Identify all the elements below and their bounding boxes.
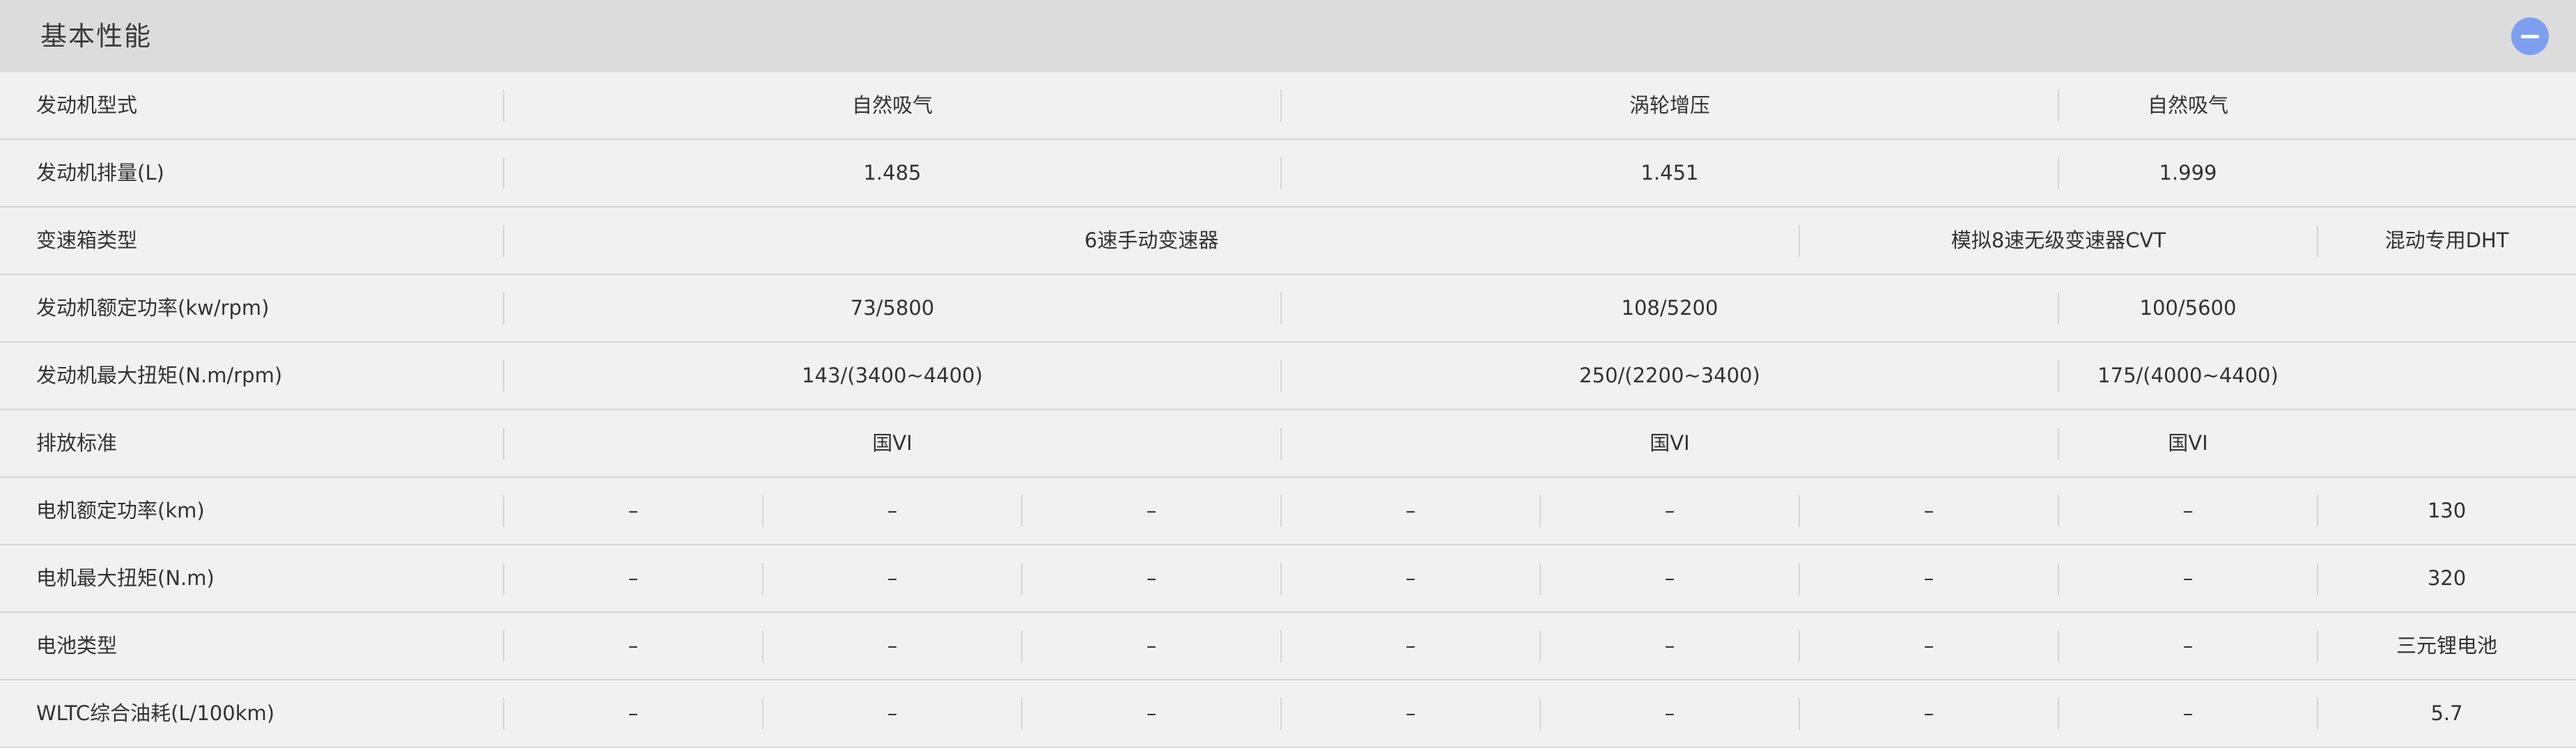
spec-cell: 6速手动变速器 bbox=[1084, 228, 1219, 252]
spec-cell: – bbox=[1405, 566, 1416, 590]
spec-cell: 100/5600 bbox=[2139, 296, 2237, 320]
spec-row: 变速箱类型 6速手动变速器 模拟8速无级变速器CVT 混动专用DHT bbox=[0, 208, 2576, 275]
spec-cell: 73/5800 bbox=[850, 296, 935, 320]
spec-cell: – bbox=[628, 499, 639, 522]
spec-cell: – bbox=[1146, 634, 1157, 657]
spec-row: 电机额定功率(km) – – – – – – – 130 bbox=[0, 478, 2576, 545]
spec-cell: 三元锂电池 bbox=[2396, 634, 2497, 657]
spec-row: WLTC综合油耗(L/100km) – – – – – – – 5.7 bbox=[0, 680, 2576, 748]
spec-row-label: 电机最大扭矩(N.m) bbox=[36, 566, 215, 590]
spec-row-label: 发动机型式 bbox=[36, 93, 138, 117]
spec-row: 发动机型式 自然吸气 涡轮增压 自然吸气 bbox=[0, 72, 2576, 140]
spec-cell: – bbox=[887, 701, 898, 725]
spec-cell: 自然吸气 bbox=[2147, 93, 2228, 117]
spec-cell: – bbox=[1664, 566, 1675, 590]
spec-cell: 143/(3400~4400) bbox=[802, 364, 983, 387]
section-title: 基本性能 bbox=[40, 21, 153, 52]
spec-cell: 国VI bbox=[2168, 431, 2208, 455]
spec-cell: – bbox=[1664, 634, 1675, 657]
spec-cell: – bbox=[628, 634, 639, 657]
section-header: 基本性能 bbox=[0, 0, 2576, 72]
minus-circle-icon bbox=[2521, 35, 2539, 38]
spec-cell: 320 bbox=[2427, 566, 2467, 590]
spec-row-label: 发动机排量(L) bbox=[36, 161, 164, 185]
spec-cell: – bbox=[887, 566, 898, 590]
spec-cell: 涡轮增压 bbox=[1629, 93, 1710, 117]
spec-cell: – bbox=[2182, 701, 2194, 725]
spec-row: 发动机排量(L) 1.485 1.451 1.999 bbox=[0, 140, 2576, 208]
spec-row: 发动机额定功率(kw/rpm) 73/5800 108/5200 100/5600 bbox=[0, 275, 2576, 343]
spec-cell: 175/(4000~4400) bbox=[2097, 364, 2279, 387]
spec-cell: 国VI bbox=[872, 431, 913, 455]
spec-cell: – bbox=[1146, 499, 1157, 522]
collapse-button[interactable] bbox=[2511, 17, 2549, 55]
spec-row-label: WLTC综合油耗(L/100km) bbox=[36, 701, 275, 725]
spec-cell: 108/5200 bbox=[1621, 296, 1718, 320]
spec-cell: – bbox=[1405, 499, 1416, 522]
spec-row-label: 发动机最大扭矩(N.m/rpm) bbox=[36, 364, 283, 387]
spec-cell: – bbox=[628, 701, 639, 725]
spec-row: 发动机最大扭矩(N.m/rpm) 143/(3400~4400) 250/(2200… bbox=[0, 343, 2576, 410]
spec-cell: – bbox=[1146, 701, 1157, 725]
spec-row: 排放标准 国VI 国VI 国VI bbox=[0, 410, 2576, 478]
spec-cell: – bbox=[1664, 701, 1675, 725]
spec-cell: 国VI bbox=[1650, 431, 1690, 455]
spec-cell: 1.485 bbox=[863, 161, 922, 185]
spec-cell: – bbox=[1664, 499, 1675, 522]
spec-cell: 模拟8速无级变速器CVT bbox=[1950, 228, 2166, 252]
spec-cell: 自然吸气 bbox=[851, 93, 933, 117]
spec-cell: – bbox=[1923, 499, 1934, 522]
spec-row-label: 发动机额定功率(kw/rpm) bbox=[36, 296, 270, 320]
spec-cell: – bbox=[628, 566, 639, 590]
spec-cell: – bbox=[2182, 566, 2194, 590]
spec-cell: 250/(2200~3400) bbox=[1579, 364, 1760, 387]
spec-cell: – bbox=[1923, 566, 1934, 590]
spec-cell: 5.7 bbox=[2430, 701, 2463, 725]
spec-cell: – bbox=[887, 499, 898, 522]
spec-row-label: 电池类型 bbox=[36, 634, 118, 657]
spec-row-label: 变速箱类型 bbox=[36, 228, 138, 252]
spec-cell: – bbox=[2182, 499, 2194, 522]
spec-cell: – bbox=[887, 634, 898, 657]
spec-cell: – bbox=[1405, 701, 1416, 725]
spec-cell: – bbox=[1923, 701, 1934, 725]
spec-cell: 1.999 bbox=[2159, 161, 2217, 185]
spec-cell: 混动专用DHT bbox=[2384, 228, 2509, 252]
spec-row: 电机最大扭矩(N.m) – – – – – – – 320 bbox=[0, 545, 2576, 613]
spec-cell: – bbox=[1923, 634, 1934, 657]
spec-row-label: 排放标准 bbox=[36, 431, 118, 455]
spec-cell: – bbox=[1146, 566, 1157, 590]
spec-cell: 1.451 bbox=[1640, 161, 1699, 185]
spec-row: 电池类型 – – – – – – – 三元锂电池 bbox=[0, 613, 2576, 680]
spec-row-label: 电机额定功率(km) bbox=[36, 499, 205, 522]
spec-cell: – bbox=[1405, 634, 1416, 657]
spec-cell: 130 bbox=[2427, 499, 2467, 522]
spec-cell: – bbox=[2182, 634, 2194, 657]
